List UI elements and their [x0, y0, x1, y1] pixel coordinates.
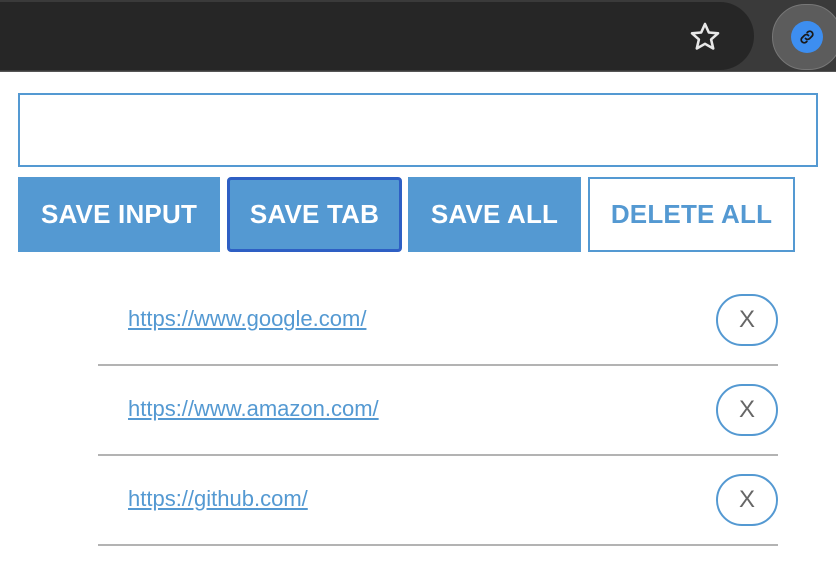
save-all-button[interactable]: SAVE ALL [408, 177, 581, 252]
list-item: https://github.com/ X [98, 456, 778, 546]
browser-toolbar [0, 0, 836, 72]
address-bar[interactable] [0, 2, 754, 70]
extension-button[interactable] [772, 4, 836, 70]
delete-item-button[interactable]: X [716, 384, 778, 436]
delete-item-button[interactable]: X [716, 294, 778, 346]
list-item: https://www.amazon.com/ X [98, 366, 778, 456]
saved-links-list: https://www.google.com/ X https://www.am… [98, 276, 778, 546]
link-icon [791, 21, 823, 53]
delete-all-button[interactable]: DELETE ALL [588, 177, 795, 252]
list-item: https://www.google.com/ X [98, 276, 778, 366]
link-amazon[interactable]: https://www.amazon.com/ [128, 396, 379, 422]
delete-item-button[interactable]: X [716, 474, 778, 526]
star-icon[interactable] [686, 18, 724, 56]
link-google[interactable]: https://www.google.com/ [128, 306, 366, 332]
link-github[interactable]: https://github.com/ [128, 486, 308, 512]
toolbar-divider [0, 71, 836, 72]
save-input-button[interactable]: SAVE INPUT [18, 177, 220, 252]
url-input[interactable] [18, 93, 818, 167]
save-tab-button[interactable]: SAVE TAB [227, 177, 402, 252]
